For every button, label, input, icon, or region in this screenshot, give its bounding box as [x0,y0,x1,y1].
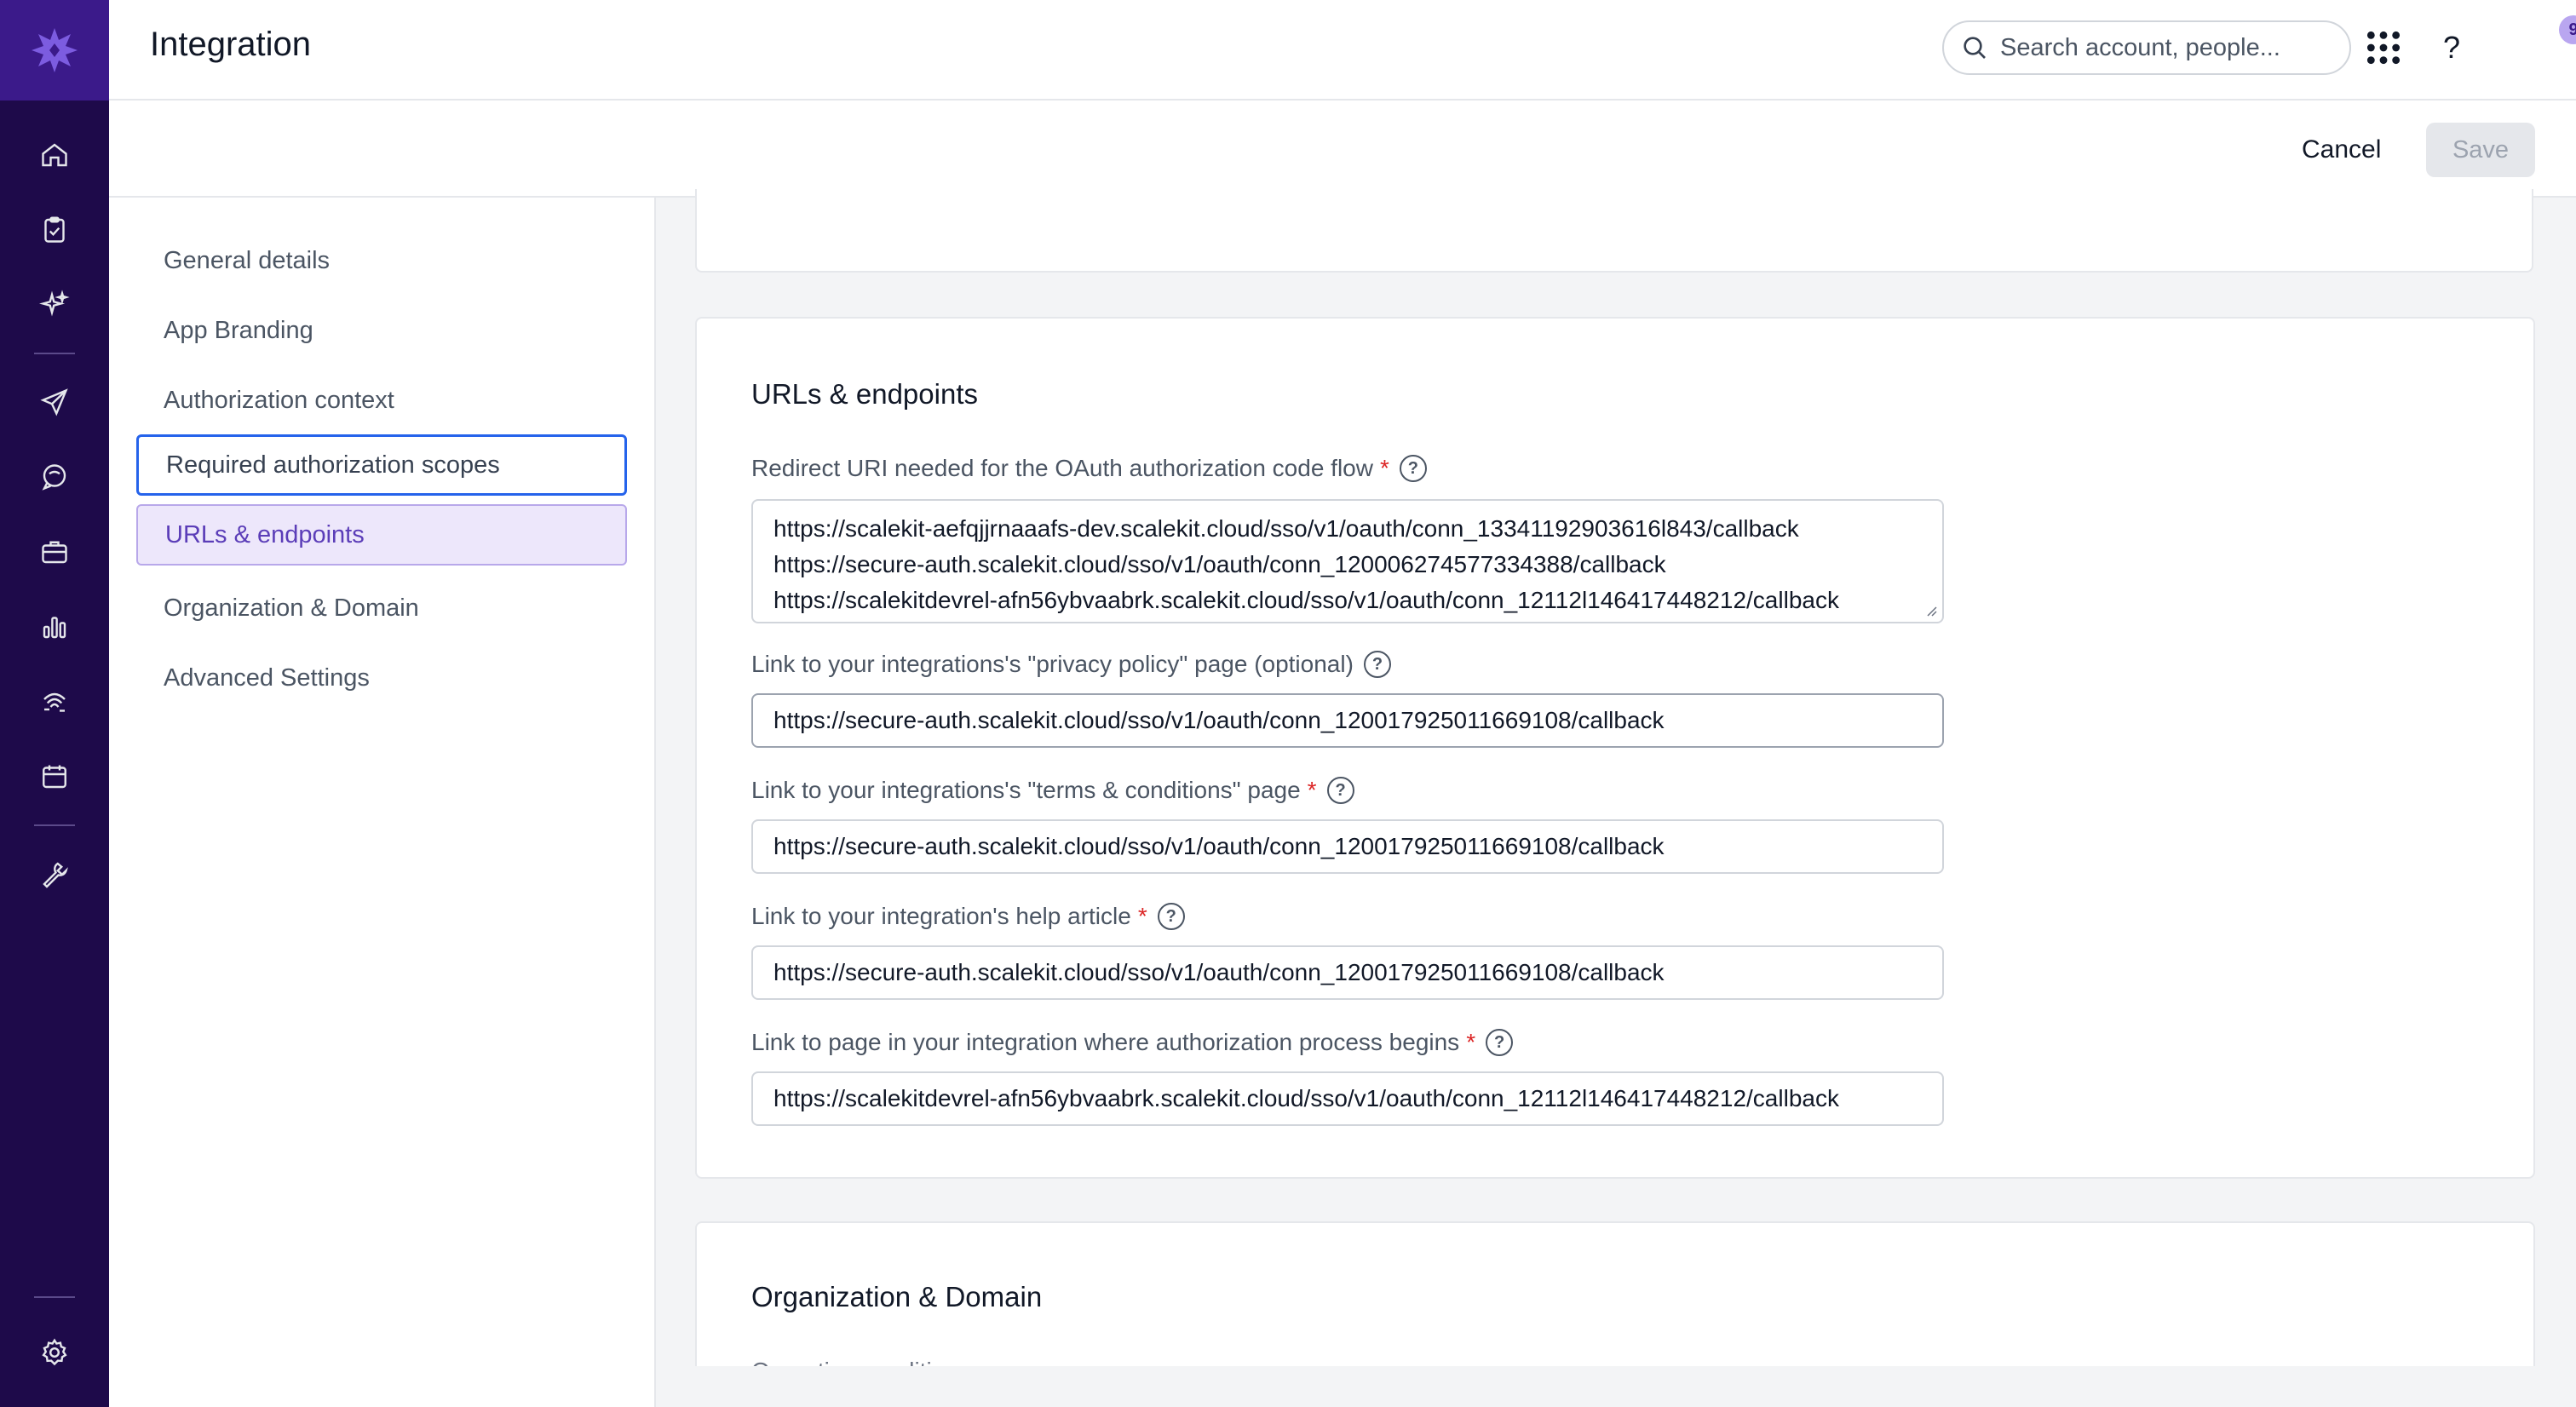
search-icon [1964,37,1986,59]
privacy-policy-label: Link to your integrations's "privacy pol… [751,651,1391,678]
bar-chart-icon[interactable] [34,606,75,647]
section-title: URLs & endpoints [751,378,978,410]
label-text: Link to your integration's help article [751,903,1131,929]
calendar-icon[interactable] [34,756,75,797]
terms-conditions-input[interactable] [751,819,1944,874]
required-mark: * [1379,455,1389,481]
search-box[interactable] [1942,20,2351,75]
top-header: Integration ? 9 PR [109,0,2576,100]
fingerprint-icon[interactable] [34,681,75,722]
resize-handle-icon[interactable] [1923,603,1937,617]
auth-start-page-input[interactable] [751,1071,1944,1126]
rail-divider [34,824,75,826]
help-article-label: Link to your integration's help article … [751,903,1185,930]
clipboard-icon[interactable] [34,210,75,250]
rail-divider [34,353,75,354]
section-nav: General details App Branding Authorizati… [109,198,656,1407]
auth-start-page-label: Link to page in your integration where a… [751,1029,1514,1056]
rail-divider [34,1296,75,1298]
required-mark: * [1137,903,1147,929]
apps-grid-icon[interactable] [2365,29,2402,66]
help-circle-icon[interactable]: ? [1326,777,1354,804]
home-icon[interactable] [34,135,75,175]
sparkles-icon[interactable] [34,284,75,325]
nav-item-advanced-settings[interactable]: Advanced Settings [136,647,627,709]
nav-item-authorization-context[interactable]: Authorization context [136,370,627,431]
required-mark: * [1466,1029,1476,1055]
search-input[interactable] [2000,33,2324,62]
logo-icon[interactable] [0,0,109,100]
label-text: Link to page in your integration where a… [751,1029,1460,1055]
app-rail [0,0,109,1407]
cancel-button[interactable]: Cancel [2285,124,2398,175]
help-circle-icon[interactable]: ? [1486,1029,1514,1056]
nav-item-organization-domain[interactable]: Organization & Domain [136,577,627,639]
redirect-uri-line: https://scalekit-aefqjjrnaaafs-dev.scale… [773,515,1799,542]
help-icon[interactable]: ? [2433,26,2470,70]
organization-domain-card: Organization & Domain Operating conditio… [695,1221,2535,1368]
nav-item-general-details[interactable]: General details [136,230,627,291]
page-title: Integration [150,26,312,63]
send-icon[interactable] [34,382,75,422]
wrench-icon[interactable] [34,853,75,894]
nav-item-required-authorization-scopes[interactable]: Required authorization scopes [136,434,627,496]
required-mark: * [1307,777,1317,803]
help-circle-icon[interactable]: ? [1157,903,1185,930]
content-bottom-padding [656,1366,2576,1407]
help-circle-icon[interactable]: ? [1363,651,1391,678]
briefcase-icon[interactable] [34,531,75,572]
label-text: Link to your integrations's "privacy pol… [751,651,1354,677]
nav-item-app-branding[interactable]: App Branding [136,300,627,361]
redirect-uri-label: Redirect URI needed for the OAuth author… [751,455,1427,482]
terms-conditions-label: Link to your integrations's "terms & con… [751,777,1354,804]
save-button[interactable]: Save [2426,123,2535,177]
chat-icon[interactable] [34,457,75,497]
redirect-uri-line: https://secure-auth.scalekit.cloud/sso/v… [773,551,1666,577]
section-title: Organization & Domain [751,1281,1043,1312]
label-text: Link to your integrations's "terms & con… [751,777,1301,803]
privacy-policy-input[interactable] [751,693,1944,748]
redirect-uri-textarea[interactable]: https://scalekit-aefqjjrnaaafs-dev.scale… [751,499,1944,623]
help-circle-icon[interactable]: ? [1399,455,1427,482]
nav-item-urls-endpoints[interactable]: URLs & endpoints [136,504,627,566]
label-text: Redirect URI needed for the OAuth author… [751,455,1373,481]
help-article-input[interactable] [751,945,1944,1000]
notification-badge: 9 [2559,15,2576,44]
urls-endpoints-card: URLs & endpoints Redirect URI needed for… [695,317,2535,1179]
action-bar: Cancel Save [109,100,2576,198]
previous-section-card [695,189,2533,273]
gear-icon[interactable] [34,1332,75,1373]
redirect-uri-line: https://scalekitdevrel-afn56ybvaabrk.sca… [773,587,1839,613]
